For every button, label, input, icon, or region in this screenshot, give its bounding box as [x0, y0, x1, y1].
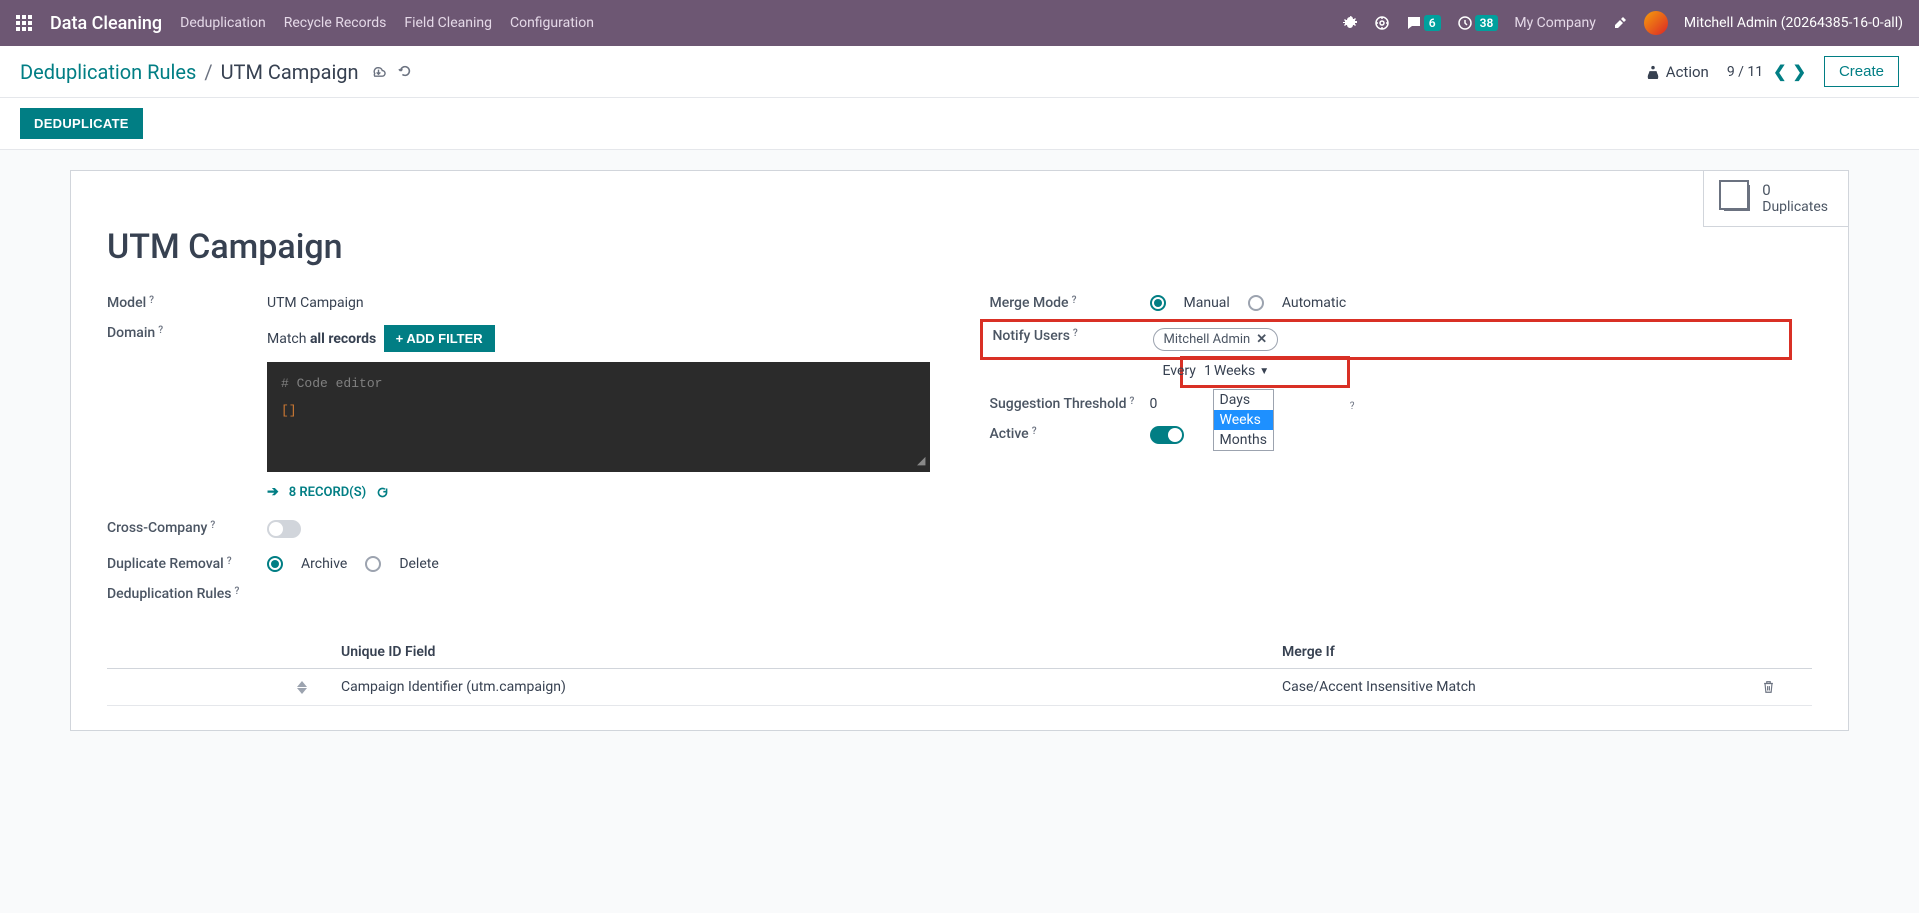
merge-mode-label: Merge Mode? [990, 295, 1150, 311]
domain-code-editor[interactable]: # Code editor [] ◢ [267, 362, 930, 472]
company-switcher[interactable]: My Company [1514, 15, 1596, 31]
breadcrumb-parent[interactable]: Deduplication Rules [20, 60, 196, 84]
add-filter-button[interactable]: + ADD FILTER [384, 325, 495, 352]
row-field-value[interactable]: Campaign Identifier (utm.campaign) [337, 679, 1282, 695]
cross-company-toggle[interactable] [267, 520, 301, 538]
every-label: Every [1163, 363, 1196, 379]
nav-field-cleaning[interactable]: Field Cleaning [404, 15, 492, 31]
domain-match-text: Match all records [267, 331, 376, 347]
help-icon[interactable]: ? [1073, 328, 1078, 339]
notify-users-label: Notify Users? [993, 328, 1153, 344]
help-icon[interactable]: ? [227, 556, 232, 567]
bug-icon[interactable] [1342, 15, 1358, 31]
manual-radio[interactable] [1150, 295, 1166, 311]
help-icon[interactable]: ? [158, 325, 163, 336]
pager-next-icon[interactable]: ❯ [1793, 62, 1806, 81]
activities-badge: 38 [1475, 15, 1499, 31]
archive-radio[interactable] [267, 556, 283, 572]
automatic-radio[interactable] [1248, 295, 1264, 311]
nav-recycle-records[interactable]: Recycle Records [284, 15, 387, 31]
brand-title[interactable]: Data Cleaning [50, 13, 162, 34]
help-icon[interactable]: ? [1072, 295, 1077, 306]
resize-handle-icon[interactable]: ◢ [917, 454, 925, 468]
help-icon[interactable]: ? [210, 520, 215, 531]
messages-icon[interactable]: 6 [1406, 15, 1441, 31]
automatic-label: Automatic [1282, 295, 1346, 311]
duplicates-count: 0 [1762, 181, 1828, 199]
messages-badge: 6 [1424, 15, 1441, 31]
duplicates-label: Duplicates [1762, 199, 1828, 216]
nav-deduplication[interactable]: Deduplication [180, 15, 266, 31]
user-avatar[interactable] [1644, 11, 1668, 35]
create-button[interactable]: Create [1824, 56, 1899, 87]
breadcrumb-separator: / [204, 60, 212, 84]
top-navbar: Data Cleaning Deduplication Recycle Reco… [0, 0, 1919, 46]
help-icon[interactable]: ? [1350, 401, 1355, 412]
active-label: Active? [990, 426, 1150, 442]
apps-icon[interactable] [16, 15, 32, 31]
frequency-unit-dropdown[interactable]: Weeks ▼ [1214, 363, 1269, 379]
content-scroll[interactable]: 0 Duplicates UTM Campaign Model? UTM Cam… [0, 150, 1919, 913]
manual-label: Manual [1184, 295, 1230, 311]
freq-option-weeks[interactable]: Weeks [1214, 410, 1273, 430]
cloud-save-icon[interactable] [371, 64, 386, 79]
help-icon[interactable]: ? [235, 586, 240, 597]
frequency-dropdown-menu: Days Weeks Months [1213, 389, 1274, 451]
col-unique-id-field[interactable]: Unique ID Field [337, 644, 1282, 660]
nav-configuration[interactable]: Configuration [510, 15, 594, 31]
code-comment: # Code editor [281, 376, 916, 391]
notify-user-tag[interactable]: Mitchell Admin ✕ [1153, 328, 1279, 351]
delete-label: Delete [399, 556, 438, 572]
records-count-link[interactable]: 8 RECORD(S) [289, 485, 366, 500]
freq-option-days[interactable]: Days [1214, 390, 1273, 410]
pager: 9 / 11 ❮ ❯ [1727, 62, 1806, 81]
dedup-rules-table: Unique ID Field Merge If Campaign Identi… [107, 636, 1812, 706]
breadcrumb-bar: Deduplication Rules / UTM Campaign Actio… [0, 46, 1919, 98]
discard-icon[interactable] [398, 64, 412, 79]
model-label: Model? [107, 295, 267, 311]
duplicates-stat-button[interactable]: 0 Duplicates [1703, 171, 1848, 227]
table-row[interactable]: Campaign Identifier (utm.campaign) Case/… [107, 669, 1812, 706]
tag-remove-icon[interactable]: ✕ [1256, 332, 1267, 347]
pager-prev-icon[interactable]: ❮ [1773, 62, 1786, 81]
drag-handle-icon[interactable] [297, 680, 337, 694]
activities-icon[interactable]: 38 [1457, 15, 1499, 31]
caret-down-icon: ▼ [1259, 366, 1269, 377]
model-value[interactable]: UTM Campaign [267, 295, 930, 311]
duplicate-removal-label: Duplicate Removal? [107, 556, 267, 572]
domain-label: Domain? [107, 325, 267, 341]
highlight-frequency: Every 1 Weeks ▼ Days Weeks Months ? [1180, 356, 1350, 388]
breadcrumb-current: UTM Campaign [221, 60, 359, 84]
freq-option-months[interactable]: Months [1214, 430, 1273, 450]
delete-radio[interactable] [365, 556, 381, 572]
support-icon[interactable] [1374, 15, 1390, 31]
user-name[interactable]: Mitchell Admin (20264385-16-0-all) [1684, 15, 1903, 31]
cross-company-label: Cross-Company? [107, 520, 267, 536]
row-merge-value[interactable]: Case/Accent Insensitive Match [1282, 679, 1762, 695]
highlight-notify-users: Notify Users? Mitchell Admin ✕ [980, 319, 1793, 360]
arrow-right-icon: ➔ [267, 484, 279, 500]
breadcrumb: Deduplication Rules / UTM Campaign [20, 60, 359, 84]
col-merge-if[interactable]: Merge If [1282, 644, 1762, 660]
archive-label: Archive [301, 556, 347, 572]
action-dropdown[interactable]: Action [1646, 63, 1709, 81]
suggestion-threshold-label: Suggestion Threshold? [990, 396, 1150, 412]
tools-icon[interactable] [1612, 15, 1628, 31]
help-icon[interactable]: ? [149, 295, 154, 306]
dedup-rules-label: Deduplication Rules? [107, 586, 267, 602]
pager-text[interactable]: 9 / 11 [1727, 64, 1763, 80]
page-title: UTM Campaign [107, 227, 1812, 267]
refresh-icon[interactable] [376, 486, 389, 499]
duplicates-icon [1724, 185, 1750, 211]
form-sheet: 0 Duplicates UTM Campaign Model? UTM Cam… [70, 170, 1849, 731]
help-icon[interactable]: ? [1129, 396, 1134, 407]
status-bar: DEDUPLICATE [0, 98, 1919, 150]
action-label: Action [1666, 63, 1709, 81]
active-toggle[interactable] [1150, 426, 1184, 444]
help-icon[interactable]: ? [1032, 426, 1037, 437]
frequency-input[interactable]: 1 [1202, 363, 1212, 379]
deduplicate-button[interactable]: DEDUPLICATE [20, 108, 143, 139]
code-body: [] [281, 403, 916, 418]
row-delete-icon[interactable] [1762, 680, 1812, 694]
